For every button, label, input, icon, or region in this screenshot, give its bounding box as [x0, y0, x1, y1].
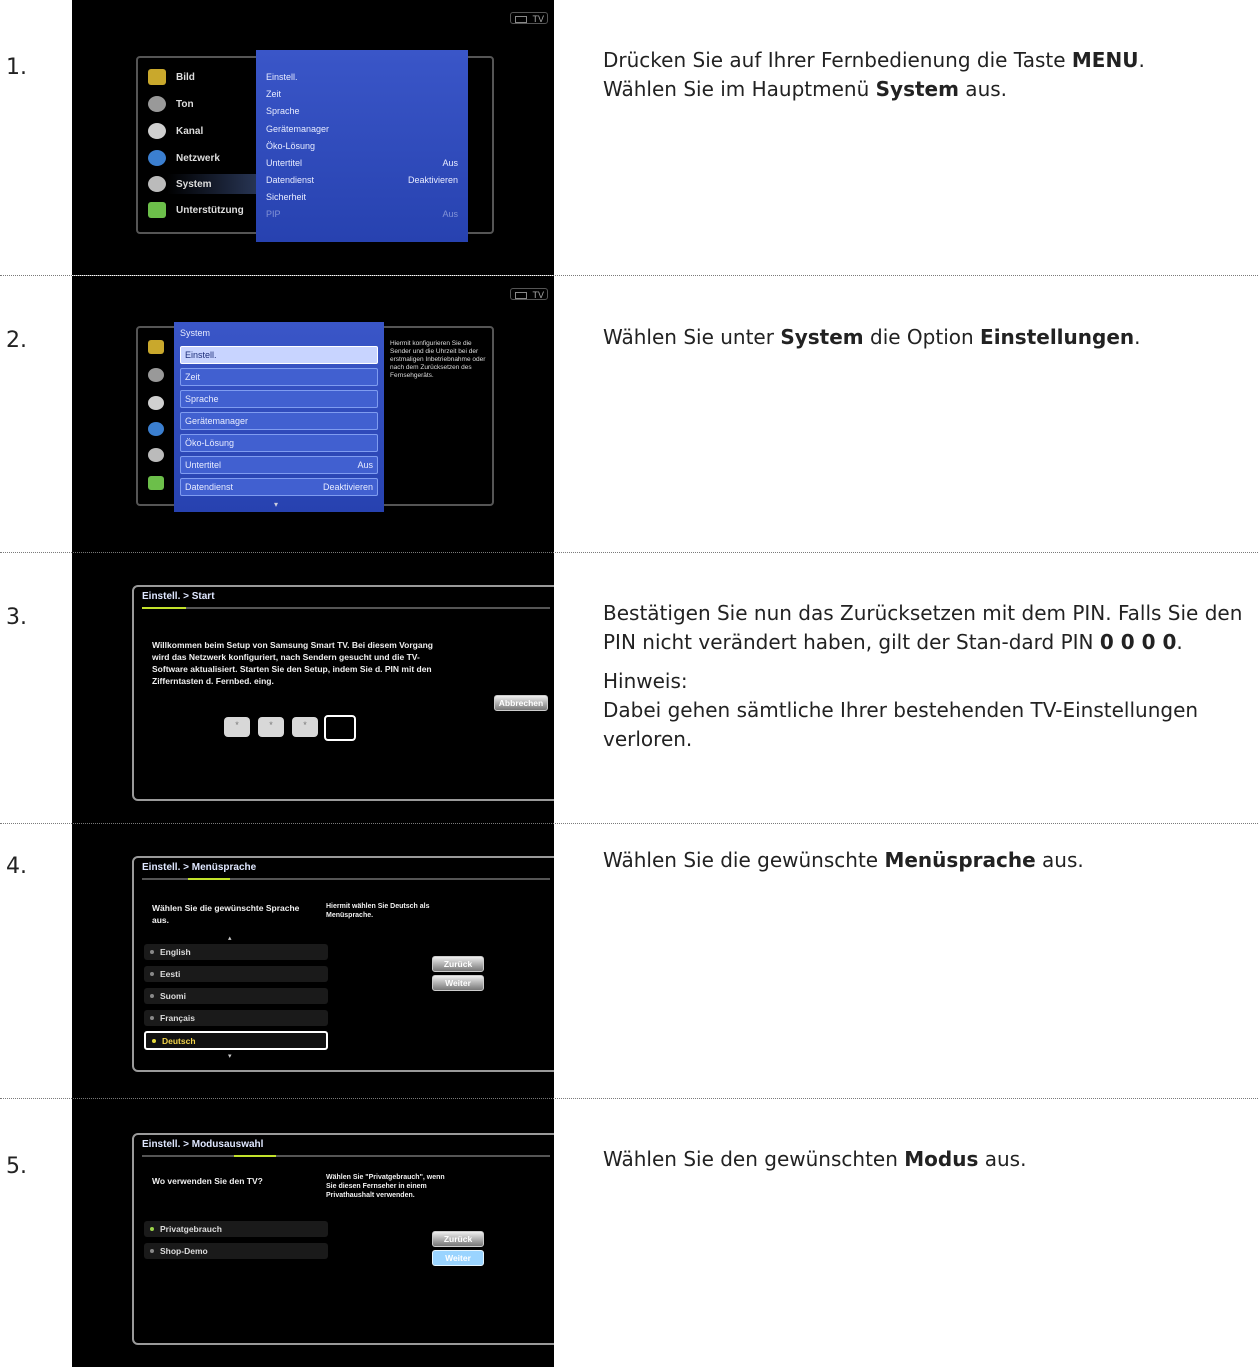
step-4-row: 4. Einstell. > Menüsprache Wählen Sie di… — [0, 823, 1258, 1099]
system-submenu: Einstell. Zeit Sprache Gerätemanager Öko… — [256, 50, 468, 242]
menu-item-ton[interactable]: Ton — [148, 94, 194, 114]
step-number: 3. — [6, 605, 27, 630]
menu-item-kanal[interactable]: Kanal — [148, 121, 203, 141]
pin-digit — [258, 717, 284, 737]
tv-screenshot-language: Einstell. > Menüsprache Wählen Sie die g… — [72, 824, 554, 1099]
submenu-item[interactable]: Öko-Lösung — [266, 141, 458, 151]
step-5-row: 5. Einstell. > Modusauswahl Wo verwenden… — [0, 1098, 1258, 1367]
submenu-item[interactable]: Datendienst Deaktivieren — [266, 175, 458, 185]
progress-bar — [142, 607, 550, 609]
welcome-text: Willkommen beim Setup von Samsung Smart … — [152, 640, 433, 686]
sound-icon — [148, 96, 166, 112]
hint-label: Hinweis: — [603, 669, 688, 693]
submenu-item[interactable]: Zeit — [266, 89, 458, 99]
mode-option-selected[interactable]: Privatgebrauch — [144, 1221, 328, 1237]
step-number: 1. — [6, 55, 27, 80]
step-3-row: 3. Einstell. > Start Willkommen beim Set… — [0, 552, 1258, 824]
progress-bar — [142, 878, 550, 880]
channel-icon — [148, 123, 166, 139]
dialog-title: Einstell. > Menüsprache — [142, 862, 257, 873]
language-option[interactable]: English — [144, 944, 328, 960]
step-number: 4. — [6, 854, 27, 879]
setup-dialog: Einstell. > Start Willkommen beim Setup … — [132, 585, 554, 801]
submenu-item-disabled: PIP Aus — [266, 209, 458, 219]
panel-title: System — [180, 328, 211, 338]
tv-screenshot-pin-entry: Einstell. > Start Willkommen beim Setup … — [72, 553, 554, 824]
list-item-selected[interactable]: Einstell. — [180, 346, 378, 364]
scroll-down-arrow-icon[interactable]: ▾ — [228, 1052, 232, 1060]
menu-item-unterstuetzung[interactable]: Unterstützung — [148, 200, 244, 220]
language-option-selected[interactable]: Deutsch — [144, 1031, 328, 1050]
next-button[interactable]: Weiter — [432, 975, 484, 991]
help-text: Hiermit wählen Sie Deutsch als Menüsprac… — [326, 903, 430, 919]
step-1-row: 1. TV Bild Ton Kanal Netzwerk System Unt… — [0, 0, 1258, 275]
pin-digit-current — [324, 715, 356, 741]
list-item[interactable]: Zeit — [180, 368, 378, 386]
help-text: Wählen Sie "Privatgebrauch", wenn Sie di… — [326, 1174, 445, 1199]
network-globe-icon — [148, 150, 166, 166]
next-button[interactable]: Weiter — [432, 1250, 484, 1266]
system-list-panel: System Einstell. Zeit Sprache Gerätemana… — [174, 322, 384, 512]
network-globe-icon — [148, 422, 164, 436]
step-description: Wählen Sie die gewünschte Menüsprache au… — [603, 848, 1084, 872]
back-button[interactable]: Zurück — [432, 956, 484, 972]
picture-icon — [148, 69, 166, 85]
menu-item-netzwerk[interactable]: Netzwerk — [148, 148, 220, 168]
gear-icon — [148, 448, 164, 462]
step-number: 2. — [6, 328, 27, 353]
submenu-item[interactable]: Sicherheit — [266, 192, 458, 202]
step-2-row: 2. TV System Einstell. Zeit Sprache Gerä… — [0, 275, 1258, 553]
pin-input[interactable] — [224, 715, 364, 741]
submenu-item[interactable]: Untertitel Aus — [266, 158, 458, 168]
menu-item-bild[interactable]: Bild — [148, 67, 195, 87]
step-description: Wählen Sie den gewünschten Modus aus. — [603, 1147, 1027, 1171]
step-description: Wählen Sie unter System die Option Einst… — [603, 325, 1141, 349]
dialog-title: Einstell. > Start — [142, 591, 215, 602]
scroll-down-arrow-icon[interactable]: ▾ — [274, 500, 278, 509]
sound-icon — [148, 368, 164, 382]
list-item[interactable]: Gerätemanager — [180, 412, 378, 430]
step-description: Drücken Sie auf Ihrer Fernbedienung die … — [603, 48, 1145, 101]
support-icon — [148, 202, 166, 218]
progress-bar — [142, 1155, 550, 1157]
scroll-up-arrow-icon[interactable]: ▴ — [228, 934, 232, 942]
list-item[interactable]: Öko-Lösung — [180, 434, 378, 452]
instruction-document: 1. TV Bild Ton Kanal Netzwerk System Unt… — [0, 0, 1258, 1367]
channel-icon — [148, 396, 164, 410]
tv-source-badge: TV — [510, 288, 548, 300]
pin-digit — [292, 717, 318, 737]
list-item[interactable]: Untertitel Aus — [180, 456, 378, 474]
question-text: Wählen Sie die gewünschte Sprache aus. — [152, 903, 300, 925]
step-description: Bestätigen Sie nun das Zurücksetzen mit … — [603, 599, 1253, 754]
step-number: 5. — [6, 1154, 27, 1179]
cancel-button[interactable]: Abbrechen — [494, 695, 548, 711]
submenu-item[interactable]: Einstell. — [266, 72, 458, 82]
help-text: Hiermit konfigurieren Sie die Sender und… — [390, 340, 486, 379]
picture-icon — [148, 340, 164, 354]
setup-dialog: Einstell. > Menüsprache Wählen Sie die g… — [132, 856, 554, 1072]
support-icon — [148, 476, 164, 490]
tv-screenshot-main-menu: TV Bild Ton Kanal Netzwerk System Unters… — [72, 0, 554, 275]
back-button[interactable]: Zurück — [432, 1231, 484, 1247]
language-option[interactable]: Suomi — [144, 988, 328, 1004]
pin-digit — [224, 717, 250, 737]
tv-screenshot-system-menu: TV System Einstell. Zeit Sprache Gerätem… — [72, 276, 554, 553]
gear-icon — [148, 176, 166, 192]
setup-dialog: Einstell. > Modusauswahl Wo verwenden Si… — [132, 1133, 554, 1345]
submenu-item[interactable]: Gerätemanager — [266, 124, 458, 134]
tv-source-badge: TV — [510, 12, 548, 24]
language-option[interactable]: Eesti — [144, 966, 328, 982]
hint-text: Dabei gehen sämtliche Ihrer bestehenden … — [603, 698, 1199, 751]
tv-screenshot-mode-select: Einstell. > Modusauswahl Wo verwenden Si… — [72, 1099, 554, 1367]
list-item[interactable]: Sprache — [180, 390, 378, 408]
submenu-item[interactable]: Sprache — [266, 106, 458, 116]
dialog-title: Einstell. > Modusauswahl — [142, 1139, 264, 1150]
list-item[interactable]: Datendienst Deaktivieren — [180, 478, 378, 496]
language-option[interactable]: Français — [144, 1010, 328, 1026]
question-text: Wo verwenden Sie den TV? — [152, 1176, 263, 1186]
mode-option[interactable]: Shop-Demo — [144, 1243, 328, 1259]
